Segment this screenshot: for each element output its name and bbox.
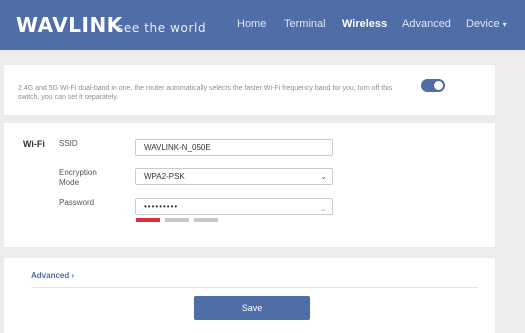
nav-advanced[interactable]: Advanced xyxy=(402,18,451,30)
divider xyxy=(31,287,478,288)
wifi-settings-card: Wi-Fi SSID WAVLINK-N_050E Encryption Mod… xyxy=(4,123,495,247)
password-input[interactable]: ••••••••• ⌣ xyxy=(135,198,333,215)
top-header: WAVLINK see the world Home Terminal Wire… xyxy=(0,0,525,50)
ssid-label: SSID xyxy=(59,139,78,148)
password-value: ••••••••• xyxy=(144,202,179,211)
encryption-mode-select[interactable]: WPA2-PSK ⌄ xyxy=(135,168,333,185)
nav-device-label: Device xyxy=(466,18,500,30)
advanced-link[interactable]: Advanced › xyxy=(31,271,74,280)
chevron-down-icon: ▾ xyxy=(502,20,507,29)
footer-card: Advanced › Save xyxy=(4,258,495,333)
logo: WAVLINK xyxy=(16,13,123,37)
save-button[interactable]: Save xyxy=(194,296,310,320)
nav-device[interactable]: Device ▾ xyxy=(466,18,507,30)
dual-band-card: 2.4G and 5G Wi-Fi dual-band in one, the … xyxy=(4,65,495,115)
nav-wireless[interactable]: Wireless xyxy=(342,18,387,30)
show-password-icon[interactable]: ⌣ xyxy=(321,202,326,217)
password-strength-bar-1 xyxy=(136,218,160,222)
wifi-section-label: Wi-Fi xyxy=(23,139,45,149)
ssid-input[interactable]: WAVLINK-N_050E xyxy=(135,139,333,156)
nav-home[interactable]: Home xyxy=(237,18,266,30)
chevron-right-icon: › xyxy=(71,271,75,280)
ssid-value: WAVLINK-N_050E xyxy=(144,143,211,152)
dual-band-description: 2.4G and 5G Wi-Fi dual-band in one, the … xyxy=(18,85,393,101)
dual-band-toggle[interactable] xyxy=(421,79,445,92)
advanced-link-label: Advanced xyxy=(31,271,70,280)
password-label: Password xyxy=(59,198,95,207)
tagline: see the world xyxy=(117,21,207,35)
encryption-mode-label: Encryption Mode xyxy=(59,168,97,187)
password-strength-bar-2 xyxy=(165,218,189,222)
toggle-knob xyxy=(434,81,443,90)
encryption-mode-value: WPA2-PSK xyxy=(144,172,185,181)
password-strength-bar-3 xyxy=(194,218,218,222)
chevron-down-icon: ⌄ xyxy=(320,172,327,181)
nav-terminal[interactable]: Terminal xyxy=(284,18,326,30)
